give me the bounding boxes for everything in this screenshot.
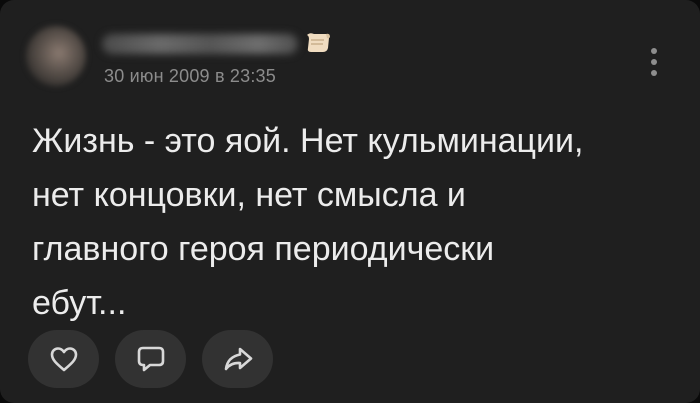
post-card: 30 июн 2009 в 23:35 Жизнь - это яой. Нет… <box>0 0 700 403</box>
like-button[interactable] <box>28 330 99 388</box>
comment-icon <box>137 346 164 372</box>
menu-dot <box>651 48 657 54</box>
heart-icon <box>50 347 77 372</box>
author-name-blurred[interactable] <box>102 34 298 54</box>
post-text: Жизнь - это яой. Нет кульминации, нет ко… <box>32 122 584 322</box>
post-timestamp: 30 июн 2009 в 23:35 <box>104 66 276 86</box>
menu-dot <box>651 59 657 65</box>
comment-button[interactable] <box>115 330 186 388</box>
author-avatar[interactable] <box>26 26 86 86</box>
menu-dot <box>651 70 657 76</box>
more-options-icon[interactable] <box>640 44 668 80</box>
post-actions <box>28 330 273 388</box>
scroll-badge-icon <box>307 33 330 52</box>
share-button[interactable] <box>202 330 273 388</box>
share-icon <box>224 347 252 371</box>
